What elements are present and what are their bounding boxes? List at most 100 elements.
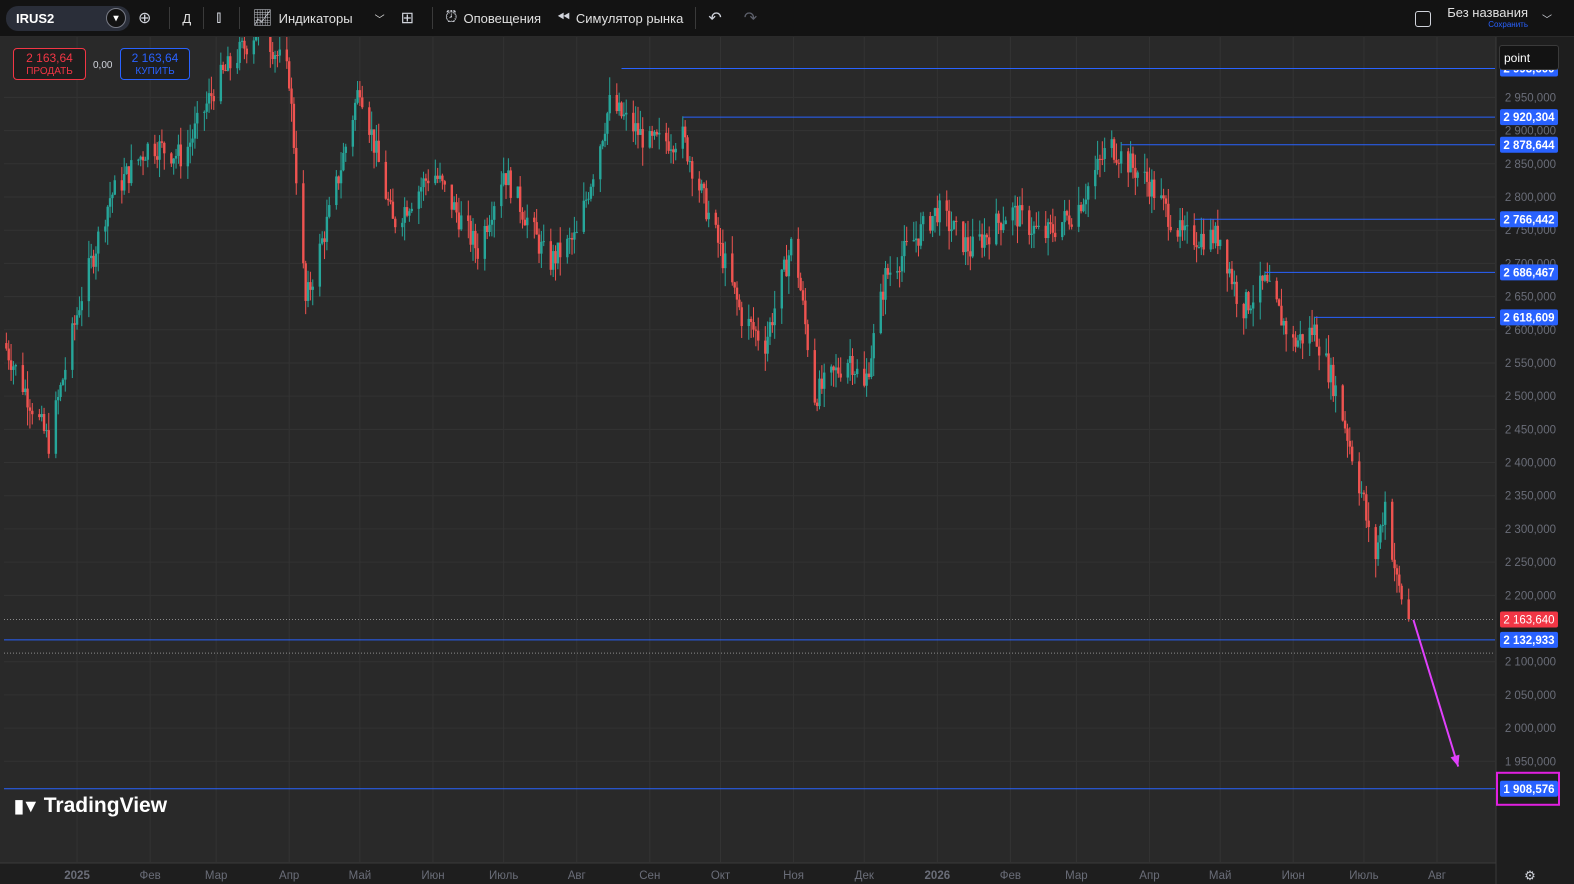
candle-body bbox=[424, 178, 428, 181]
candle-body bbox=[193, 123, 197, 139]
candle-body bbox=[837, 367, 840, 374]
candle-body bbox=[1079, 204, 1083, 212]
candle-body bbox=[1162, 195, 1165, 199]
chart-type-button[interactable]: ⫾ bbox=[208, 0, 235, 37]
candle-body bbox=[1164, 198, 1168, 204]
candle-body bbox=[1193, 225, 1196, 246]
candle-body bbox=[1065, 211, 1069, 216]
candle-body bbox=[155, 156, 159, 160]
candle-body bbox=[1235, 281, 1238, 304]
settings-gear-icon[interactable]: ⚙ bbox=[1524, 869, 1536, 884]
candle-body bbox=[757, 330, 760, 341]
alerts-button[interactable]: ⏰︎ Оповещения bbox=[437, 0, 549, 37]
undo-button[interactable]: ↶ bbox=[700, 0, 735, 37]
chevron-down-icon[interactable]: ﹀ bbox=[1542, 11, 1552, 26]
candle-body bbox=[92, 255, 95, 267]
candle-body bbox=[771, 322, 774, 326]
candle-body bbox=[1228, 268, 1231, 274]
x-tick-label: Дек bbox=[855, 870, 875, 882]
candle-body bbox=[691, 161, 694, 179]
templates-button[interactable]: ⊞ bbox=[393, 0, 428, 37]
candle-body bbox=[867, 373, 871, 377]
candle-body bbox=[639, 129, 642, 135]
candle-body bbox=[782, 259, 786, 270]
candle-body bbox=[394, 218, 397, 228]
candle-body bbox=[681, 126, 684, 149]
candle-body bbox=[377, 140, 380, 162]
candle-body bbox=[766, 336, 769, 354]
candle-body bbox=[724, 253, 727, 269]
candle-body bbox=[754, 329, 758, 331]
candle-body bbox=[535, 222, 538, 235]
add-symbol-button[interactable]: ⊕ bbox=[130, 0, 165, 37]
candle-body bbox=[47, 430, 50, 454]
chevron-down-icon[interactable]: ﹀ bbox=[375, 11, 385, 26]
y-tick-label: 2 100,000 bbox=[1505, 657, 1556, 669]
symbol-compare-icon[interactable]: ▾ bbox=[106, 8, 126, 28]
candle-body bbox=[1176, 230, 1179, 237]
candle-body bbox=[1374, 527, 1377, 560]
buy-button[interactable]: 2 163,64 КУПИТЬ bbox=[120, 48, 190, 80]
fullscreen-checkbox-icon[interactable] bbox=[1415, 10, 1432, 27]
candle-body bbox=[304, 263, 307, 301]
candle-body bbox=[815, 402, 819, 407]
candle-body bbox=[830, 366, 833, 373]
sell-button[interactable]: 2 163,64 ПРОДАТЬ bbox=[13, 48, 86, 80]
candle-body bbox=[5, 343, 8, 349]
replay-button[interactable]: ⏪︎ Симулятор рынка bbox=[549, 0, 691, 37]
candle-body bbox=[1103, 148, 1106, 159]
candle-body bbox=[450, 184, 454, 210]
candle-body bbox=[683, 126, 687, 138]
candle-body bbox=[999, 222, 1003, 231]
candle-body bbox=[526, 217, 529, 226]
candle-body bbox=[188, 142, 192, 147]
candle-body bbox=[1016, 205, 1019, 227]
symbol-search[interactable]: IRUS2 ▾ bbox=[6, 5, 130, 31]
candle-body bbox=[749, 318, 753, 323]
candle-body bbox=[533, 217, 536, 223]
price-chart[interactable]: 2 950,0002 900,0002 850,0002 800,0002 75… bbox=[0, 37, 1574, 884]
x-tick-label: Авг bbox=[1428, 870, 1446, 882]
candle-body bbox=[174, 155, 178, 159]
candle-body bbox=[799, 277, 802, 291]
candle-body bbox=[410, 208, 413, 212]
candle-body bbox=[589, 186, 593, 199]
rewind-icon: ⏪︎ bbox=[557, 9, 570, 26]
candle-body bbox=[1086, 186, 1090, 200]
candle-body bbox=[1197, 247, 1201, 249]
alerts-label: Оповещения bbox=[463, 10, 542, 26]
toolbar-divider bbox=[695, 7, 697, 29]
candle-body bbox=[375, 140, 378, 153]
candle-body bbox=[467, 215, 470, 221]
interval-button[interactable]: Д bbox=[174, 0, 199, 37]
toolbar-divider bbox=[169, 7, 171, 29]
candle-body bbox=[226, 56, 230, 71]
save-layout-link[interactable]: Сохранить bbox=[1447, 19, 1528, 31]
candle-body bbox=[1115, 159, 1118, 163]
candle-body bbox=[980, 234, 984, 248]
candle-body bbox=[75, 315, 79, 325]
indicators-button[interactable]: 📈︎ Индикаторы ﹀ bbox=[244, 0, 392, 37]
candle-body bbox=[653, 131, 656, 136]
candle-body bbox=[582, 200, 586, 232]
candle-body bbox=[1230, 268, 1234, 285]
layout-name-button[interactable]: Без названия Сохранить bbox=[1447, 6, 1528, 31]
price-scale-input[interactable]: point bbox=[1499, 45, 1559, 70]
candle-body bbox=[575, 231, 578, 233]
candle-body bbox=[636, 123, 640, 135]
candle-body bbox=[1292, 334, 1295, 338]
candle-body bbox=[919, 224, 923, 246]
candle-body bbox=[606, 113, 609, 134]
candle-body bbox=[686, 137, 689, 162]
x-tick-label: Июн bbox=[421, 870, 444, 882]
candle-body bbox=[603, 133, 607, 142]
buy-price: 2 163,64 bbox=[131, 51, 179, 65]
candle-body bbox=[997, 213, 1000, 223]
candle-body bbox=[856, 368, 859, 375]
candle-body bbox=[94, 253, 98, 267]
candle-body bbox=[391, 201, 395, 219]
candle-body bbox=[566, 238, 569, 258]
candle-body bbox=[488, 224, 491, 232]
candle-body bbox=[1268, 280, 1271, 282]
redo-button[interactable]: ↷ bbox=[736, 0, 771, 37]
